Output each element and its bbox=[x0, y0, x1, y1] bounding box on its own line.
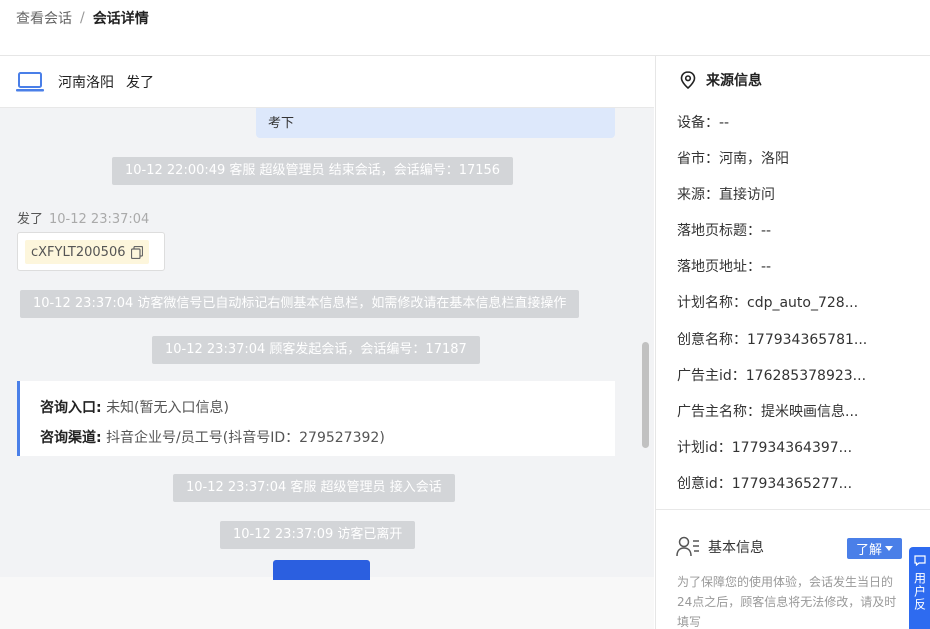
breadcrumb-parent-link[interactable]: 查看会话 bbox=[16, 8, 72, 28]
source-row-advertiser-name: 广告主名称：提米映画信息... bbox=[677, 404, 859, 420]
laptop-icon bbox=[16, 71, 44, 91]
source-info-title-text: 来源信息 bbox=[706, 73, 762, 89]
consult-entry-row: 咨询入口: 未知(暂无入口信息) bbox=[40, 393, 595, 423]
section-divider bbox=[656, 509, 930, 510]
consult-info-card: 咨询入口: 未知(暂无入口信息) 咨询渠道: 抖音企业号/员工号(抖音号ID：2… bbox=[17, 381, 615, 456]
source-row-creative-name: 创意名称：177934365781... bbox=[677, 332, 868, 348]
consult-entry-label: 咨询入口: bbox=[40, 400, 102, 416]
system-message: 10-12 23:37:04 客服 超级管理员 接入会话 bbox=[173, 474, 455, 502]
wechat-code-tag: cXFYLT200506 bbox=[25, 240, 149, 264]
wechat-code-text: cXFYLT200506 bbox=[31, 244, 126, 260]
source-row-origin: 来源：直接访问 bbox=[677, 187, 775, 203]
visitor-name: 发了 bbox=[126, 74, 154, 91]
system-message: 10-12 23:37:09 访客已离开 bbox=[220, 521, 416, 549]
user-icon bbox=[676, 536, 699, 557]
breadcrumb: 查看会话 / 会话详情 bbox=[16, 8, 149, 28]
source-row-landing-title: 落地页标题：-- bbox=[677, 223, 772, 239]
source-row-plan-id: 计划id：177934364397... bbox=[677, 440, 853, 456]
system-message: 10-12 23:37:04 访客微信号已自动标记右侧基本信息栏，如需修改请在基… bbox=[20, 290, 580, 318]
consult-channel-label: 咨询渠道: bbox=[40, 430, 102, 446]
visitor-message-card: cXFYLT200506 bbox=[17, 232, 165, 271]
basic-info-title: 基本信息 bbox=[676, 536, 764, 558]
visitor-message-name: 发了 bbox=[17, 212, 44, 227]
basic-info-title-text: 基本信息 bbox=[708, 540, 764, 556]
source-row-advertiser-id: 广告主id：176285378923... bbox=[677, 368, 867, 384]
learn-more-dropdown[interactable]: 了解 bbox=[847, 538, 902, 559]
visitor-message-time: 10-12 23:37:04 bbox=[49, 212, 150, 227]
visitor-message-header: 发了 10-12 23:37:04 bbox=[17, 208, 149, 227]
learn-more-label: 了解 bbox=[855, 543, 882, 558]
feedback-widget[interactable]: 用户反 bbox=[909, 547, 930, 629]
source-row-province: 省市：河南，洛阳 bbox=[677, 151, 789, 167]
consult-channel-row: 咨询渠道: 抖音企业号/员工号(抖音号ID：279527392) bbox=[40, 423, 595, 453]
visitor-location: 河南洛阳 bbox=[58, 74, 114, 91]
source-row-device: 设备：-- bbox=[677, 115, 730, 131]
copy-icon[interactable] bbox=[130, 245, 143, 259]
caret-down-icon bbox=[885, 546, 893, 551]
basic-info-note: 为了保障您的使用体验，会话发生当日的24点之后，顾客信息将无法修改，请及时填写 bbox=[677, 575, 897, 629]
consult-entry-value: 未知(暂无入口信息) bbox=[106, 400, 229, 416]
info-panel: 来源信息 设备：-- 省市：河南，洛阳 来源：直接访问 落地页标题：-- 落地页… bbox=[655, 56, 930, 629]
consult-channel-value: 抖音企业号/员工号(抖音号ID：279527392) bbox=[106, 430, 385, 446]
source-row-creative-id: 创意id：177934365277... bbox=[677, 476, 853, 492]
chat-footer bbox=[0, 577, 654, 629]
chat-panel: 河南洛阳 发了 考下 10-12 22:00:49 客服 超级管理员 结束会话，… bbox=[0, 56, 654, 629]
message-icon bbox=[913, 555, 926, 566]
agent-message-bubble: 考下 bbox=[256, 108, 615, 138]
location-pin-icon bbox=[680, 71, 696, 89]
system-message: 10-12 22:00:49 客服 超级管理员 结束会话，会话编号：17156 bbox=[112, 157, 514, 185]
chat-messages[interactable]: 考下 10-12 22:00:49 客服 超级管理员 结束会话，会话编号：171… bbox=[0, 108, 654, 577]
breadcrumb-current: 会话详情 bbox=[92, 11, 149, 27]
chat-scrollbar[interactable] bbox=[642, 342, 649, 448]
feedback-widget-label: 用户反 bbox=[912, 572, 927, 611]
action-button[interactable] bbox=[273, 560, 370, 580]
source-row-landing-url: 落地页地址：-- bbox=[677, 259, 772, 275]
system-message: 10-12 23:37:04 顾客发起会话，会话编号：17187 bbox=[152, 336, 480, 364]
chat-header: 河南洛阳 发了 bbox=[0, 56, 654, 108]
source-info-title: 来源信息 bbox=[680, 70, 762, 90]
breadcrumb-separator: / bbox=[80, 10, 85, 26]
source-row-plan-name: 计划名称：cdp_auto_728... bbox=[677, 295, 859, 311]
